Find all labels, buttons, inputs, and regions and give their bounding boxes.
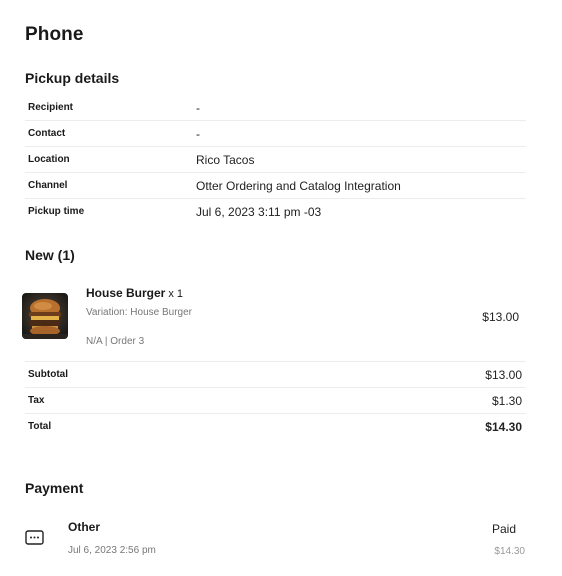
- pickup-details-heading: Pickup details: [25, 70, 120, 86]
- detail-label: Contact: [28, 128, 66, 139]
- item-price: $13.00: [482, 310, 519, 324]
- burger-photo-icon: [22, 293, 68, 339]
- card-icon: [25, 530, 44, 550]
- totals-value: $14.30: [485, 419, 522, 434]
- page-title: Phone: [25, 24, 84, 45]
- detail-label: Location: [28, 154, 70, 165]
- detail-label: Pickup time: [28, 206, 85, 217]
- totals-table: Subtotal $13.00 Tax $1.30 Total $14.30: [25, 361, 526, 439]
- detail-value: -: [196, 126, 200, 141]
- payment-method: Other: [68, 520, 101, 534]
- payment-heading: Payment: [25, 480, 84, 496]
- totals-value: $13.00: [485, 367, 522, 382]
- detail-value: Rico Tacos: [196, 152, 255, 167]
- payment-status: Paid: [491, 522, 516, 536]
- totals-label: Subtotal: [28, 369, 68, 380]
- order-detail-page: Phone Pickup details Recipient - Contact…: [0, 0, 562, 576]
- detail-row-recipient: Recipient -: [25, 95, 526, 121]
- totals-row-subtotal: Subtotal $13.00: [25, 362, 526, 388]
- totals-label: Tax: [28, 395, 45, 406]
- detail-row-location: Location Rico Tacos: [25, 147, 526, 173]
- detail-value: -: [196, 100, 200, 115]
- item-title: House Burger: [86, 286, 166, 300]
- pickup-details-table: Recipient - Contact - Location Rico Taco…: [25, 95, 526, 224]
- item-name: House Burger x 1: [86, 286, 183, 300]
- totals-row-total: Total $14.30: [25, 414, 526, 439]
- item-variation: Variation: House Burger: [86, 307, 192, 318]
- payment-amount: $14.30: [494, 546, 525, 557]
- payment-date: Jul 6, 2023 2:56 pm: [68, 545, 156, 556]
- detail-row-contact: Contact -: [25, 121, 526, 147]
- item-meta: N/A | Order 3: [86, 336, 145, 347]
- totals-label: Total: [28, 421, 52, 432]
- detail-row-pickup-time: Pickup time Jul 6, 2023 3:11 pm -03: [25, 199, 526, 224]
- item-quantity: x 1: [168, 288, 184, 300]
- detail-value: Jul 6, 2023 3:11 pm -03: [196, 204, 322, 219]
- detail-label: Recipient: [28, 102, 74, 113]
- totals-value: $1.30: [491, 393, 522, 408]
- detail-row-channel: Channel Otter Ordering and Catalog Integ…: [25, 173, 526, 199]
- detail-value: Otter Ordering and Catalog Integration: [196, 178, 401, 193]
- totals-row-tax: Tax $1.30: [25, 388, 526, 414]
- detail-label: Channel: [28, 180, 68, 191]
- new-items-heading: New (1): [25, 247, 75, 263]
